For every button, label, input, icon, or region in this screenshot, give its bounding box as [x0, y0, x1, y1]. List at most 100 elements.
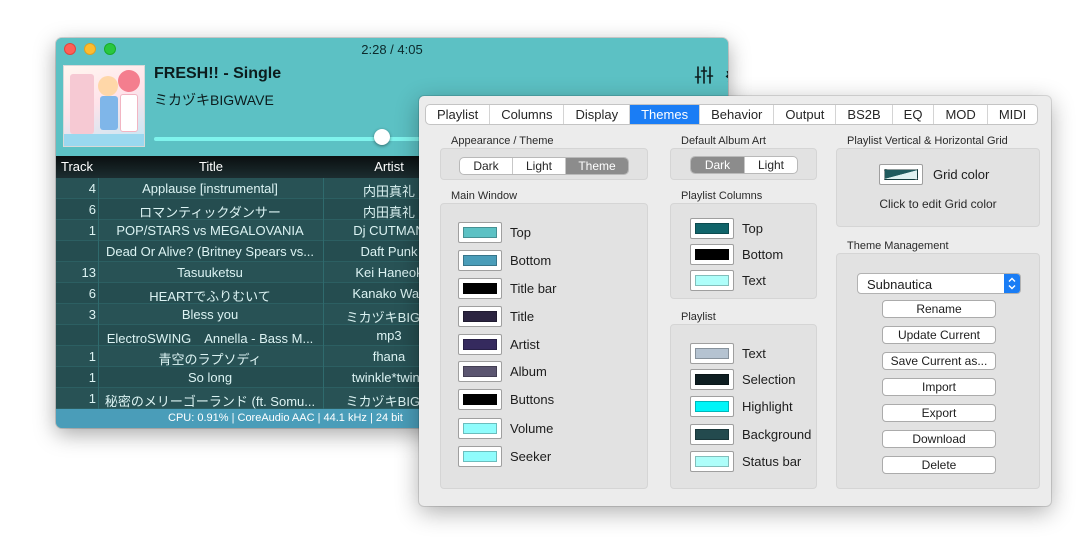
tab-output[interactable]: Output	[774, 105, 837, 124]
playlist-label: Playlist	[681, 311, 716, 323]
color-well[interactable]	[690, 369, 734, 390]
tab-behavior[interactable]: Behavior	[700, 105, 775, 124]
download-theme-button[interactable]: Download	[882, 430, 996, 448]
color-label: Artist	[510, 337, 540, 352]
color-label: Album	[510, 364, 547, 379]
color-sample	[695, 223, 729, 234]
color-sample	[695, 401, 729, 412]
column-header-track[interactable]: Track	[56, 159, 98, 174]
color-label: Selection	[742, 372, 796, 387]
tab-mod[interactable]: MOD	[934, 105, 988, 124]
color-label: Title bar	[510, 281, 557, 296]
color-label: Status bar	[742, 454, 802, 469]
save-current-theme-as-button[interactable]: Save Current as...	[882, 352, 996, 370]
color-label: Bottom	[742, 247, 784, 262]
track-title: Tasuuketsu	[177, 265, 243, 280]
color-well[interactable]	[458, 389, 502, 410]
color-well[interactable]	[458, 446, 502, 467]
color-well[interactable]	[458, 306, 502, 327]
album-art	[63, 65, 145, 147]
track-number: 1	[88, 223, 96, 238]
main-window-colors-group: Top Bottom Title bar Title Artist Album …	[440, 203, 648, 489]
tab-eq[interactable]: EQ	[893, 105, 935, 124]
color-sample	[463, 283, 497, 294]
theme-management-group: Subnautica Rename Update Current Save Cu…	[836, 253, 1040, 489]
color-label: Title	[510, 309, 535, 324]
color-well[interactable]	[458, 361, 502, 382]
color-sample	[695, 275, 729, 286]
color-well[interactable]	[690, 218, 734, 239]
color-well[interactable]	[458, 278, 502, 299]
appearance-group: Dark Light Theme	[440, 148, 648, 180]
track-title: Dead Or Alive? (Britney Spears vs...	[105, 244, 315, 259]
track-title: Bless you	[181, 307, 239, 322]
album-art-segmented-control: Dark Light	[690, 156, 798, 174]
color-well[interactable]	[690, 451, 734, 472]
grid-label: Playlist Vertical & Horizontal Grid	[847, 135, 1008, 147]
color-label: Top	[510, 225, 531, 240]
chevron-updown-icon	[1004, 274, 1020, 293]
track-number: 13	[81, 265, 96, 280]
grid-color-hint[interactable]: Click to edit Grid color	[837, 197, 1039, 211]
gear-icon[interactable]	[724, 64, 728, 86]
appearance-label: Appearance / Theme	[451, 135, 554, 147]
grid-color-well[interactable]	[879, 164, 923, 185]
color-well[interactable]	[690, 244, 734, 265]
color-label: Text	[742, 346, 766, 361]
column-header-title[interactable]: Title	[98, 159, 324, 174]
tab-columns[interactable]: Columns	[490, 105, 565, 124]
import-theme-button[interactable]: Import	[882, 378, 996, 396]
color-sample	[695, 456, 729, 467]
color-sample	[463, 311, 497, 322]
export-theme-button[interactable]: Export	[882, 404, 996, 422]
color-well[interactable]	[458, 250, 502, 271]
seek-knob[interactable]	[374, 129, 390, 145]
color-label: Text	[742, 273, 766, 288]
color-label: Highlight	[742, 399, 793, 414]
track-title: HEARTでふりむいて	[149, 289, 271, 304]
appearance-light-option[interactable]: Light	[513, 158, 566, 174]
color-sample	[695, 348, 729, 359]
playlist-columns-group: Top Bottom Text	[670, 203, 817, 299]
color-well[interactable]	[690, 424, 734, 445]
tab-bs2b[interactable]: BS2B	[836, 105, 893, 124]
seek-bar[interactable]	[154, 137, 434, 141]
track-title: ロマンティックダンサー	[139, 205, 281, 220]
title-bar: 2:28 / 4:05	[56, 38, 728, 60]
sliders-icon[interactable]	[693, 64, 715, 86]
update-current-theme-button[interactable]: Update Current	[882, 326, 996, 344]
color-well[interactable]	[458, 334, 502, 355]
color-sample	[695, 374, 729, 385]
color-well[interactable]	[690, 343, 734, 364]
color-well[interactable]	[458, 418, 502, 439]
track-title: So long	[187, 370, 233, 385]
track-number: 1	[88, 370, 96, 385]
tab-themes[interactable]: Themes	[630, 105, 701, 124]
column-divider	[323, 178, 324, 409]
grid-color-label: Grid color	[933, 167, 990, 182]
color-sample	[463, 227, 497, 238]
tab-playlist[interactable]: Playlist	[426, 105, 491, 124]
color-label: Bottom	[510, 253, 552, 268]
album-art-dark-option[interactable]: Dark	[691, 157, 745, 173]
album-art-light-option[interactable]: Light	[745, 157, 797, 173]
track-number: 1	[88, 349, 96, 364]
color-well[interactable]	[690, 270, 734, 291]
color-well[interactable]	[690, 396, 734, 417]
status-text: CPU: 0.91% | CoreAudio AAC | 44.1 kHz | …	[168, 412, 403, 424]
appearance-dark-option[interactable]: Dark	[460, 158, 513, 174]
tab-display[interactable]: Display	[564, 105, 631, 124]
playlist-colors-group: Text Selection Highlight Background Stat…	[670, 324, 817, 489]
tab-midi[interactable]: MIDI	[988, 105, 1037, 124]
delete-theme-button[interactable]: Delete	[882, 456, 996, 474]
rename-theme-button[interactable]: Rename	[882, 300, 996, 318]
color-sample	[695, 249, 729, 260]
color-well[interactable]	[458, 222, 502, 243]
appearance-segmented-control: Dark Light Theme	[459, 157, 629, 175]
color-sample	[463, 255, 497, 266]
color-sample	[463, 339, 497, 350]
track-title: 秘密のメリーゴーランド (ft. Somu...	[104, 394, 316, 409]
appearance-theme-option[interactable]: Theme	[566, 158, 628, 174]
theme-select[interactable]: Subnautica	[857, 273, 1021, 294]
main-window-label: Main Window	[451, 190, 518, 202]
